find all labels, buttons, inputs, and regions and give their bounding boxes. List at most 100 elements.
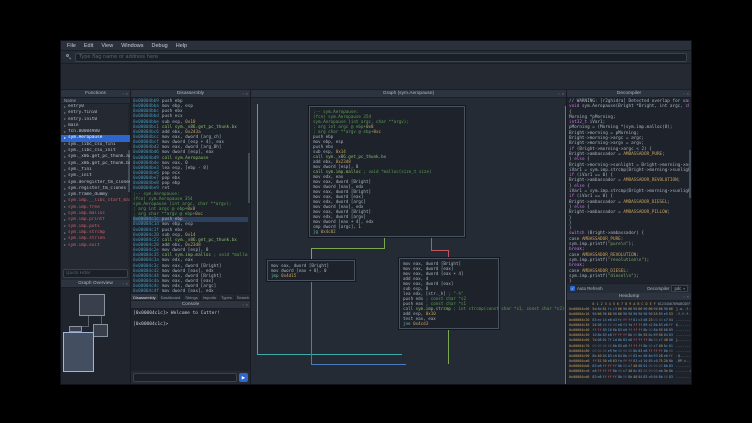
graph-node-c-code: mov eax, dword [Bright]mov eax, dword [e… — [403, 261, 495, 326]
decompiler-select[interactable]: pdc ▾ — [671, 285, 688, 292]
menu-edit[interactable]: Edit — [84, 43, 93, 49]
close-icon[interactable]: × — [562, 92, 564, 96]
graph-node-a-code: ;-- sym.Aeropause:(fcn) sym.Aeropause 35… — [313, 109, 461, 234]
undock-icon[interactable]: ▫ — [122, 282, 123, 286]
tab-imports[interactable]: Imports — [201, 294, 219, 300]
graph-panel: Graph (sym.Aeropause) ▫× — [251, 90, 566, 384]
graph-node-true-branch[interactable]: mov eax, dword [Bright]mov dword [eax + … — [267, 260, 355, 281]
asm-line[interactable]: jmp 0x4d15 — [271, 273, 351, 278]
undock-icon[interactable]: ▫ — [122, 92, 123, 96]
console-line: [0x00004c1c]> — [133, 322, 248, 328]
bottom-tabbar: DisassemblyDashboardStringsImportsTypesS… — [131, 293, 250, 301]
console-input-box[interactable] — [133, 373, 237, 382]
undock-icon[interactable]: ▫ — [683, 92, 684, 96]
close-icon[interactable]: × — [126, 282, 128, 286]
graph-overview-titlebar[interactable]: Graph Overview ▫× — [61, 280, 130, 288]
disassembly-scrollbar[interactable] — [248, 98, 250, 293]
omnibar-input[interactable] — [79, 54, 683, 60]
middle-left-column: Disassembly ▫× 0x00004bb9push ebp0x00004… — [131, 90, 251, 384]
menu-file[interactable]: File — [67, 43, 76, 49]
graph-node-entry[interactable]: ;-- sym.Aeropause:(fcn) sym.Aeropause 35… — [309, 106, 465, 237]
tab-search[interactable]: Search — [235, 294, 250, 300]
close-icon[interactable]: × — [126, 92, 128, 96]
close-icon[interactable]: × — [246, 303, 248, 307]
chevron-down-icon: ▾ — [683, 287, 685, 291]
graph-panel-titlebar[interactable]: Graph (sym.Aeropause) ▫× — [251, 90, 566, 98]
decompiler-scrollbar[interactable] — [689, 98, 691, 283]
console-output: [0x00004c1c]> Welcome to Cutter! [0x0000… — [131, 309, 250, 371]
hex-row[interactable]: 0x00004c607d08017f1d8b83e8ffffff8b00c740… — [569, 338, 689, 343]
tab-strings[interactable]: Strings — [183, 294, 200, 300]
tab-types[interactable]: Types — [219, 294, 235, 300]
menu-debug[interactable]: Debug — [152, 43, 168, 49]
decompiler-panel: Decompiler ▫× // WARNING: [r2ghidra] Det… — [567, 90, 691, 293]
graph-edge-false — [431, 250, 449, 251]
hexdump-titlebar[interactable]: Hexdump ▫× — [567, 293, 691, 301]
graph-edge-false — [448, 250, 449, 258]
console-title: Console — [182, 302, 200, 307]
omnibar — [61, 51, 691, 64]
graph-overview-title: Graph Overview — [78, 281, 113, 286]
disassembly-panel-title: Disassembly — [177, 91, 204, 96]
left-column: Functions ▫× Name entry0entry.fini0entry… — [61, 90, 131, 384]
hexdump-panel: Hexdump ▫× 0 1 2 3 4 5 6 7 8 9 A B C D E… — [567, 293, 691, 384]
cutter-window: File Edit View Windows Debug Help Functions ▫… — [60, 40, 692, 385]
function-item[interactable]: sym.imp.exit — [61, 243, 130, 249]
minimap-edge — [88, 316, 89, 326]
asm-line[interactable]: jg 0x4c82 — [313, 229, 461, 234]
menu-help[interactable]: Help — [176, 43, 187, 49]
decompiler-select-label: Decompiler — [647, 286, 669, 291]
graph-edge — [257, 104, 258, 354]
functions-panel: Functions ▫× Name entry0entry.fini0entry… — [61, 90, 130, 280]
decompiler-line[interactable]: Bright->ambassador = AMBASSADOR_REVOLUTI… — [569, 178, 691, 183]
undock-icon[interactable]: ▫ — [558, 92, 559, 96]
toolbar-spacer — [61, 64, 691, 90]
minimap-viewport[interactable] — [63, 332, 94, 372]
omnibar-searchbox[interactable] — [75, 53, 687, 62]
minimap-node — [93, 324, 108, 337]
close-icon[interactable]: × — [687, 295, 689, 299]
auto-refresh-checkbox[interactable]: ✓ — [570, 286, 575, 291]
console-titlebar[interactable]: Console ▫× — [131, 301, 250, 309]
functions-quick-filter[interactable] — [63, 269, 128, 278]
undock-icon[interactable]: ▫ — [683, 295, 684, 299]
graph-overview-panel: Graph Overview ▫× — [61, 280, 130, 384]
graph-node-false-branch[interactable]: mov eax, dword [Bright]mov eax, dword [e… — [399, 258, 499, 329]
decompiler-line[interactable]: } — [569, 279, 691, 283]
tab-dashboard[interactable]: Dashboard — [159, 294, 184, 300]
search-icon — [65, 54, 72, 61]
graph-column: Graph (sym.Aeropause) ▫× — [251, 90, 567, 384]
menu-view[interactable]: View — [101, 43, 113, 49]
undock-icon[interactable]: ▫ — [242, 92, 243, 96]
console-send-button[interactable]: ▶ — [239, 373, 248, 382]
menu-windows[interactable]: Windows — [121, 43, 143, 49]
decompiler-title: Decompiler — [617, 91, 641, 96]
hex-row[interactable]: 0x00004c109066906690669090909090905589e5… — [569, 312, 689, 317]
disassembly-panel: Disassembly ▫× 0x00004bb9push ebp0x00004… — [131, 90, 250, 293]
graph-node-b-code: mov eax, dword [Bright]mov dword [eax + … — [271, 263, 351, 278]
graph-edge-true — [448, 327, 449, 364]
asm-line[interactable]: 0x00004c4fmov dword [eax], edx — [133, 289, 250, 293]
hex-row[interactable]: 0x00004cc0e8ffffff8b00c7400c02000000eb3e… — [569, 369, 689, 374]
decompiler-line[interactable]: void sym.Aeropause(Bright *Bright, int a… — [569, 104, 691, 109]
disassembly-listing: 0x00004bb9push ebp0x00004bbamov ebp, esp… — [131, 98, 250, 293]
asm-line[interactable]: jne 0x4cd3 — [403, 321, 495, 326]
graph-overview-minimap[interactable] — [61, 288, 130, 384]
close-icon[interactable]: × — [246, 92, 248, 96]
hex-row[interactable]: 0x00004c2083ec14e8a3fcffff81c3d8230000c7… — [569, 318, 689, 323]
right-column: Decompiler ▫× // WARNING: [r2ghidra] Det… — [567, 90, 691, 384]
console-panel: Console ▫× [0x00004c1c]> Welcome to Cutt… — [131, 301, 250, 384]
graph-edge-false — [565, 106, 566, 384]
hex-row[interactable]: 0x00004cd083e8ffffff8b008b400483c0048b00… — [569, 375, 689, 380]
undock-icon[interactable]: ▫ — [242, 303, 243, 307]
console-input[interactable] — [134, 383, 240, 390]
functions-panel-titlebar[interactable]: Functions ▫× — [61, 90, 130, 98]
quick-filter-input[interactable] — [66, 271, 125, 276]
disassembly-panel-titlebar[interactable]: Disassembly ▫× — [131, 90, 250, 98]
decompiler-titlebar[interactable]: Decompiler ▫× — [567, 90, 691, 98]
graph-canvas[interactable]: ;-- sym.Aeropause:(fcn) sym.Aeropause 35… — [251, 98, 566, 384]
hex-row[interactable]: 0x00004c70000000008b83e8ffffff8b00c7400c… — [569, 344, 689, 349]
tab-disassembly[interactable]: Disassembly — [131, 294, 159, 300]
decompiler-footer: ✓ Auto Refresh Decompiler pdc ▾ — [567, 283, 691, 293]
close-icon[interactable]: × — [687, 92, 689, 96]
